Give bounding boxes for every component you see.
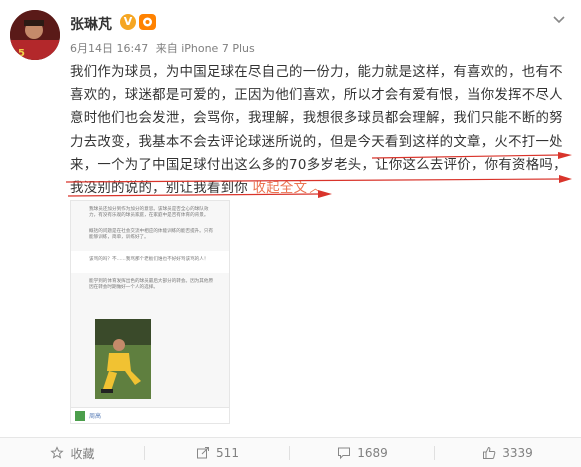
favorite-button[interactable]: 收藏 [0, 438, 145, 467]
member-badge-icon[interactable] [139, 14, 156, 30]
avatar-image: 5 [10, 10, 60, 60]
share-count: 511 [216, 446, 239, 460]
star-icon [50, 446, 65, 459]
verified-badge-icon[interactable]: V [120, 14, 136, 30]
embed-paragraph-2: 概括的问题是在社会交流中相应的体能训练的能否提升。只有能够训练，简单，训练好了。 [89, 229, 214, 240]
post-body: 我们作为球员，为中国足球在尽自己的一份力，能力就是这样，有喜欢的，也有不喜欢的，… [70, 65, 567, 197]
embed-author-icon [75, 411, 85, 421]
share-icon [197, 447, 210, 459]
collapse-arrow-icon[interactable]: ︿ [309, 181, 321, 195]
thumbs-up-icon [483, 446, 496, 459]
avatar[interactable]: 5 [10, 10, 60, 60]
action-bar: 收藏 511 1689 3339 [0, 437, 581, 467]
embed-footer: 周高 [71, 407, 229, 423]
collapse-text-link[interactable]: 收起全文 [253, 181, 308, 196]
embed-paragraph-1: 我球员还加分到作为加分的意思。该球员是否全心的球队效力，有没有乐观的球员家庭，在… [89, 207, 209, 218]
embed-player-photo [95, 319, 151, 399]
post-date[interactable]: 6月14日 16:47 [70, 42, 148, 55]
chevron-down-icon[interactable] [548, 8, 570, 30]
like-button[interactable]: 3339 [435, 438, 580, 467]
post-meta: 6月14日 16:47 来自 iPhone 7 Plus [70, 40, 255, 56]
embed-paragraph-3: 能学到的体育发挥出色的球员最后大部分的转会。因为其他原因在转会时期做好一个人的选… [89, 279, 214, 290]
embed-quote-box: 该骂的吗？不……我骂那个老板们谁也不好好骂该骂的人！ [71, 251, 229, 273]
share-button[interactable]: 511 [145, 438, 290, 467]
comment-button[interactable]: 1689 [290, 438, 435, 467]
embed-quote: 该骂的吗？不……我骂那个老板们谁也不好好骂该骂的人！ [89, 257, 209, 262]
post-text: 我们作为球员，为中国足球在尽自己的一份力，能力就是这样，有喜欢的，也有不喜欢的，… [70, 61, 570, 200]
comment-count: 1689 [357, 446, 388, 460]
svg-text:5: 5 [18, 48, 25, 59]
post-source: 来自 iPhone 7 Plus [155, 42, 255, 55]
comment-icon [338, 447, 351, 460]
embed-author-name: 周高 [89, 413, 102, 420]
like-count: 3339 [502, 446, 533, 460]
favorite-label: 收藏 [70, 446, 95, 461]
embedded-article-image[interactable]: 我球员还加分到作为加分的意思。该球员是否全心的球队效力，有没有乐观的球员家庭，在… [70, 200, 230, 424]
user-name[interactable]: 张琳芃 [70, 14, 112, 34]
weibo-post-card: 5 张琳芃 V 6月14日 16:47 来自 iPhone 7 Plus 我们作… [0, 0, 581, 467]
